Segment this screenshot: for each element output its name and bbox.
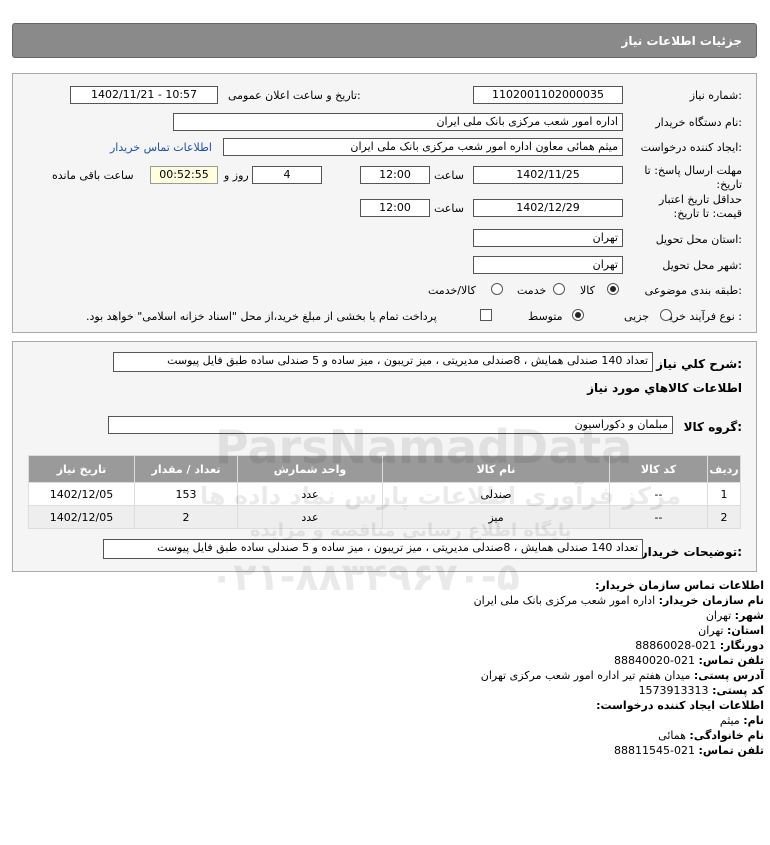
purchase-partial-radio[interactable] [660,309,672,321]
cell-date: 1402/12/05 [28,482,135,506]
goods-info-title: اطلاعات کالاهاي مورد نياز [587,381,742,395]
category-label: طبقه بندی موضوعی: [644,284,742,297]
postal-line: کد پستی: 1573913313 [638,684,764,697]
buyer-notes-field: تعداد 140 صندلی همایش ، 8صندلی مدیریتی ،… [103,539,643,559]
creator-contact-title: اطلاعات ایجاد کننده درخواست: [596,699,764,712]
category-goods-label: کالا [580,284,595,297]
goods-table: ردیف کد کالا نام کالا واحد شمارش تعداد /… [28,455,741,529]
col-name: نام کالا [382,455,610,483]
deadline-time-field: 12:00 [360,166,430,184]
announce-label: تاریخ و ساعت اعلان عمومی: [228,89,361,102]
remaining-time-field: 00:52:55 [150,166,218,184]
col-qty: تعداد / مقدار [134,455,238,483]
purchase-type-label: نوع فرآیند خرید : [664,310,742,323]
fax-line: دورنگار: 021-88860028 [635,639,764,652]
need-no-label: شماره نیاز: [689,89,742,102]
category-service-radio[interactable] [553,283,565,295]
deadline-label: مهلت ارسال پاسخ: تا تاریخ: [644,164,742,191]
cell-unit: عدد [237,505,383,529]
cell-unit: عدد [237,482,383,506]
deadline-date-field: 1402/11/25 [473,166,623,184]
buyer-org-label: نام دستگاه خریدار: [655,116,742,129]
validity-date-field: 1402/12/29 [473,199,623,217]
city-label: شهر محل تحویل: [662,259,742,272]
last-name-line: نام خانوادگی: همائی [658,729,764,742]
cell-qty: 153 [134,482,238,506]
page-header: جزئیات اطلاعات نیاز [12,23,757,58]
buyer-contact-link[interactable]: اطلاعات تماس خریدار [110,141,212,154]
creator-phone-line: تلفن تماس: 021-88811545 [614,744,764,757]
cell-qty: 2 [134,505,238,529]
cell-date: 1402/12/05 [28,505,135,529]
table-row: 2 -- میز عدد 2 1402/12/05 [28,505,741,529]
city-field: تهران [473,256,623,274]
announce-field: 1402/11/21 - 10:57 [70,86,218,104]
validity-label: حداقل تاریخ اعتبار قیمت: تا تاریخ: [658,193,742,220]
buyer-name-line: نام سازمان خریدار: اداره امور شعب مرکزی … [473,594,764,607]
days-label: روز و [224,169,249,182]
category-goods-radio[interactable] [607,283,619,295]
province-label: استان محل تحویل: [655,233,742,246]
address-line: آدرس پستی: میدان هفتم تیر اداره امور شعب… [480,669,764,682]
col-row: ردیف [707,455,741,483]
category-service-label: خدمت [517,284,547,297]
cell-code: -- [609,482,708,506]
first-name-line: نام: میثم [719,714,764,727]
purchase-partial-label: جزیی [624,310,650,323]
phone-line: تلفن تماس: 021-88840020 [614,654,764,667]
cell-name: صندلی [382,482,610,506]
treasury-payment-checkbox[interactable] [480,309,492,321]
cell-code: -- [609,505,708,529]
cell-name: میز [382,505,610,529]
payment-note: پرداخت تمام یا بخشی از مبلغ خرید،از محل … [86,310,437,323]
validity-time-field: 12:00 [360,199,430,217]
need-no-field: 1102001102000035 [473,86,623,104]
cell-row: 2 [707,505,741,529]
province-line: استان: تهران [698,624,764,637]
purchase-medium-radio[interactable] [572,309,584,321]
col-code: کد کالا [609,455,708,483]
col-unit: واحد شمارش [237,455,383,483]
purchase-medium-label: متوسط [528,310,563,323]
deadline-time-label: ساعت [434,169,464,182]
goods-group-field: مبلمان و دکوراسیون [108,416,673,434]
goods-group-label: گروه کالا: [683,420,742,434]
buyer-notes-label: توضیحات خریدار: [640,545,742,559]
city-line: شهر: تهران [705,609,764,622]
remaining-label: ساعت باقی مانده [52,169,134,182]
category-both-label: کالا/خدمت [428,284,476,297]
creator-field: میثم همائی معاون اداره امور شعب مرکزی با… [223,138,623,156]
cell-row: 1 [707,482,741,506]
buyer-org-field: اداره امور شعب مرکزی بانک ملی ایران [173,113,623,131]
org-contact-title: اطلاعات تماس سازمان خریدار: [595,579,764,592]
validity-time-label: ساعت [434,202,464,215]
table-row: 1 -- صندلی عدد 153 1402/12/05 [28,482,741,506]
description-label: شرح کلي نياز: [656,357,742,371]
col-date: تاریخ نیاز [28,455,135,483]
category-both-radio[interactable] [491,283,503,295]
goods-table-header: ردیف کد کالا نام کالا واحد شمارش تعداد /… [28,455,741,483]
days-field: 4 [252,166,322,184]
creator-label: ایجاد کننده درخواست: [640,141,742,154]
province-field: تهران [473,229,623,247]
page-title: جزئیات اطلاعات نیاز [621,34,742,48]
description-field: تعداد 140 صندلی همایش ، 8صندلی مدیریتی ،… [113,352,653,372]
